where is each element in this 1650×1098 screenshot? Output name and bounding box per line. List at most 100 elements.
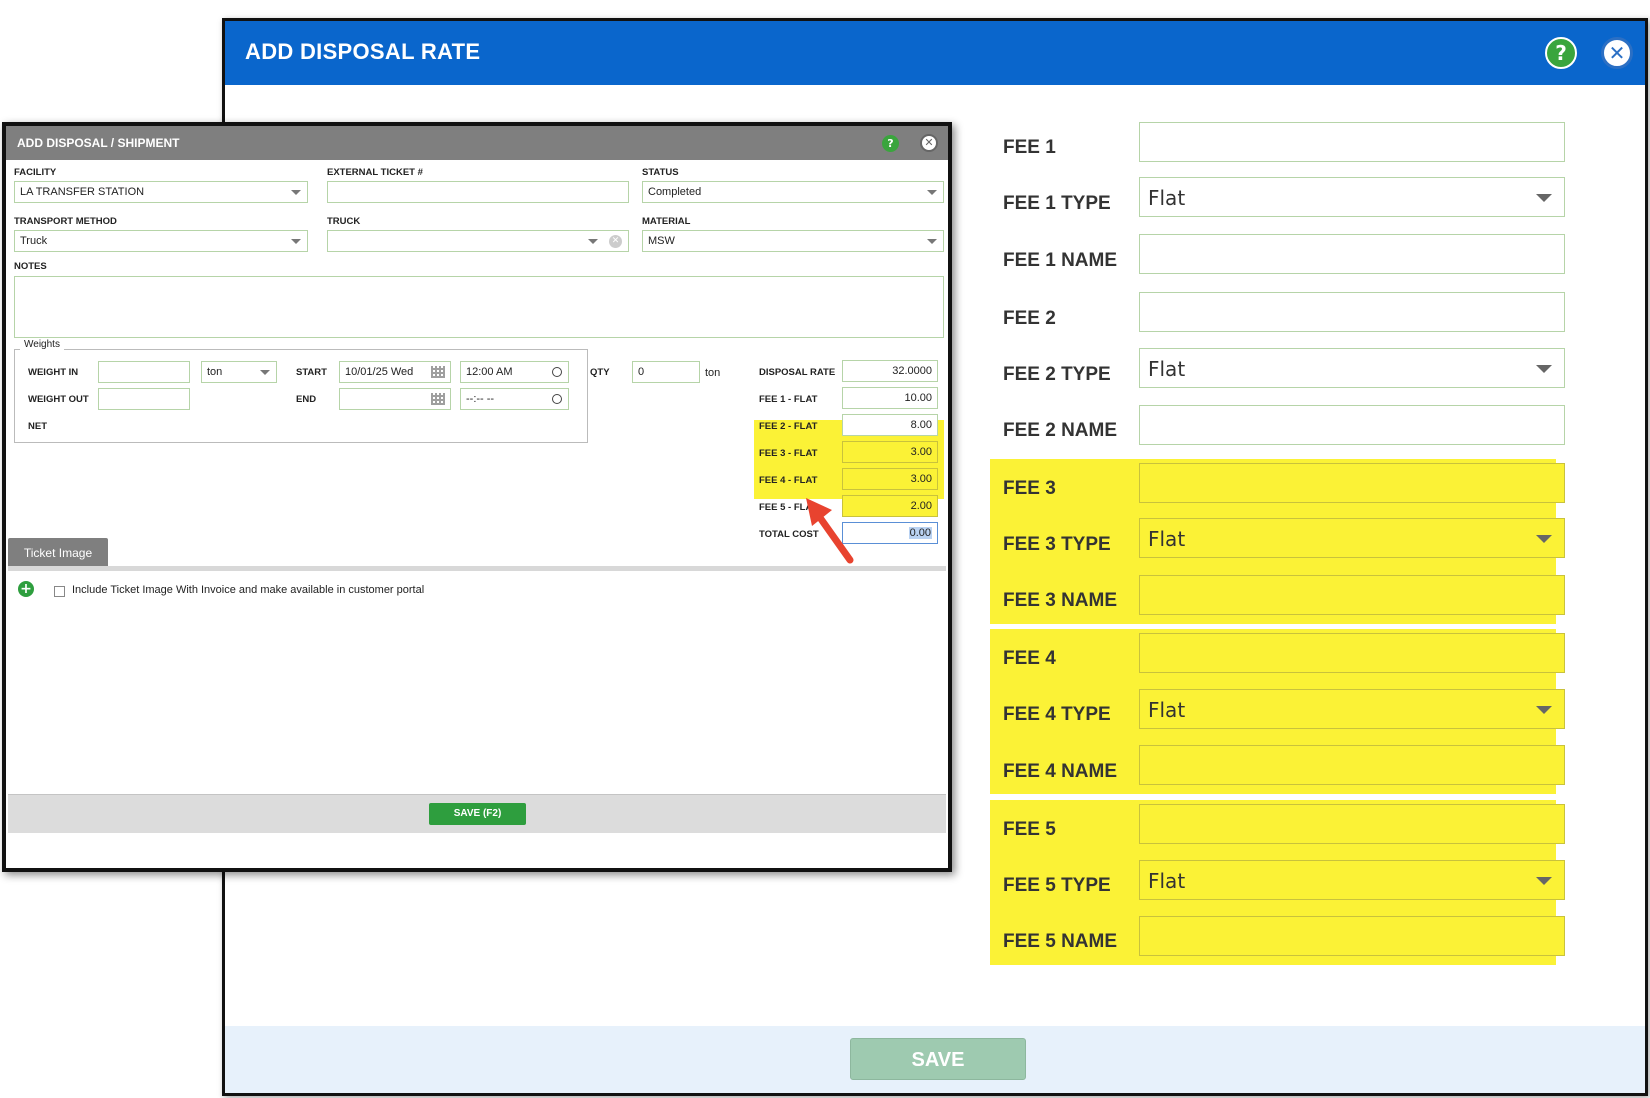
- facility-select[interactable]: LA TRANSFER STATION: [14, 181, 308, 203]
- fee-5-input[interactable]: [1139, 804, 1565, 844]
- external-ticket-input[interactable]: [327, 181, 629, 203]
- close-icon[interactable]: ✕: [920, 134, 938, 152]
- fee-1-type-select[interactable]: Flat: [1139, 177, 1565, 217]
- dialog-footer: SAVE: [225, 1026, 1645, 1093]
- weights-legend: Weights: [20, 339, 64, 350]
- notes-textarea[interactable]: [14, 276, 944, 338]
- weight-in-input[interactable]: [98, 361, 190, 383]
- truck-select[interactable]: ✕: [327, 230, 629, 252]
- start-label: START: [296, 367, 327, 378]
- fee-1-type-label: FEE 1 TYPE: [1003, 193, 1111, 214]
- transport-method-select[interactable]: Truck: [14, 230, 308, 252]
- end-time-input[interactable]: --:-- --: [460, 388, 569, 410]
- chevron-down-icon: [291, 190, 301, 195]
- fee-1-name-label: FEE 1 NAME: [1003, 250, 1118, 271]
- add-disposal-shipment-dialog: ADD DISPOSAL / SHIPMENT ? ✕ FACILITY LA …: [2, 122, 952, 872]
- fee-1-flat-input[interactable]: 10.00: [842, 387, 938, 409]
- fee-3-type-select[interactable]: Flat: [1139, 518, 1565, 558]
- qty-label: QTY: [590, 367, 610, 378]
- help-icon[interactable]: ?: [1545, 37, 1577, 69]
- external-ticket-label: EXTERNAL TICKET #: [327, 167, 423, 178]
- fee-4-type-label: FEE 4 TYPE: [1003, 704, 1111, 725]
- chevron-down-icon: [927, 239, 937, 244]
- qty-input[interactable]: 0: [632, 361, 700, 383]
- weight-out-input[interactable]: [98, 388, 190, 410]
- include-ticket-label: Include Ticket Image With Invoice and ma…: [72, 584, 425, 596]
- fee-2-input[interactable]: [1139, 292, 1565, 332]
- fee-2-type-select[interactable]: Flat: [1139, 348, 1565, 388]
- fee-4-type-select[interactable]: Flat: [1139, 689, 1565, 729]
- fee-1-label: FEE 1: [1003, 137, 1056, 158]
- end-time-value: --:-- --: [466, 393, 495, 405]
- fee-3-flat-label: FEE 3 - FLAT: [759, 448, 818, 459]
- facility-value: LA TRANSFER STATION: [20, 186, 145, 198]
- help-icon[interactable]: ?: [882, 135, 899, 152]
- fee-1-name-input[interactable]: [1139, 234, 1565, 274]
- fee-5-name-input[interactable]: [1139, 916, 1565, 956]
- dialog-footer: SAVE (F2): [8, 794, 946, 833]
- close-icon[interactable]: ✕: [1601, 37, 1633, 69]
- include-ticket-checkbox[interactable]: [54, 586, 65, 597]
- start-date-value: 10/01/25 Wed: [345, 366, 414, 378]
- fee-1-type-value: Flat: [1148, 186, 1186, 210]
- fee-3-flat-input[interactable]: 3.00: [842, 441, 938, 463]
- fee-5-type-label: FEE 5 TYPE: [1003, 875, 1111, 896]
- save-button[interactable]: SAVE: [850, 1038, 1026, 1080]
- material-select[interactable]: MSW: [642, 230, 944, 252]
- fee-4-input[interactable]: [1139, 633, 1565, 673]
- fee-1-flat-label: FEE 1 - FLAT: [759, 394, 818, 405]
- dialog-header: ADD DISPOSAL RATE ? ✕: [225, 21, 1645, 85]
- start-time-input[interactable]: 12:00 AM: [460, 361, 569, 383]
- status-value: Completed: [648, 186, 702, 198]
- disposal-rate-label: DISPOSAL RATE: [759, 367, 836, 378]
- fee-2-flat-input[interactable]: 8.00: [842, 414, 938, 436]
- transport-method-label: TRANSPORT METHOD: [14, 216, 117, 227]
- fee-3-input[interactable]: [1139, 463, 1565, 503]
- chevron-down-icon: [1536, 535, 1552, 543]
- clock-icon[interactable]: [552, 394, 562, 404]
- tab-divider: [8, 566, 946, 571]
- end-label: END: [296, 394, 317, 405]
- fee-2-name-input[interactable]: [1139, 405, 1565, 445]
- disposal-rate-input[interactable]: 32.0000: [842, 360, 938, 382]
- fee-4-name-label: FEE 4 NAME: [1003, 761, 1118, 782]
- clear-icon[interactable]: ✕: [609, 235, 622, 248]
- fee-4-flat-input[interactable]: 3.00: [842, 468, 938, 490]
- weight-in-label: WEIGHT IN: [28, 367, 79, 378]
- chevron-down-icon: [1536, 877, 1552, 885]
- fee-4-type-value: Flat: [1148, 698, 1186, 722]
- fee-2-flat-label: FEE 2 - FLAT: [759, 421, 818, 432]
- fee-2-type-value: Flat: [1148, 357, 1186, 381]
- material-value: MSW: [648, 235, 675, 247]
- fee-5-name-label: FEE 5 NAME: [1003, 931, 1118, 952]
- add-icon[interactable]: +: [18, 581, 34, 597]
- end-date-input[interactable]: [339, 388, 451, 410]
- fee-5-type-value: Flat: [1148, 869, 1186, 893]
- fee-3-name-label: FEE 3 NAME: [1003, 590, 1118, 611]
- net-label: NET: [28, 421, 47, 432]
- fee-1-input[interactable]: [1139, 122, 1565, 162]
- fee-3-type-value: Flat: [1148, 527, 1186, 551]
- start-date-input[interactable]: 10/01/25 Wed: [339, 361, 451, 383]
- fee-3-name-input[interactable]: [1139, 575, 1565, 615]
- chevron-down-icon: [1536, 706, 1552, 714]
- fee-4-label: FEE 4: [1003, 648, 1056, 669]
- chevron-down-icon: [260, 370, 270, 375]
- calendar-icon[interactable]: [431, 366, 445, 378]
- facility-label: FACILITY: [14, 167, 57, 178]
- transport-method-value: Truck: [20, 235, 48, 247]
- tab-ticket-image[interactable]: Ticket Image: [8, 538, 108, 568]
- fee-2-type-label: FEE 2 TYPE: [1003, 364, 1111, 385]
- fee-4-flat-label: FEE 4 - FLAT: [759, 475, 818, 486]
- clock-icon[interactable]: [552, 367, 562, 377]
- fee-5-type-select[interactable]: Flat: [1139, 860, 1565, 900]
- save-button[interactable]: SAVE (F2): [429, 803, 526, 825]
- fee-4-name-input[interactable]: [1139, 745, 1565, 785]
- chevron-down-icon: [588, 239, 598, 244]
- calendar-icon[interactable]: [431, 393, 445, 405]
- material-label: MATERIAL: [642, 216, 691, 227]
- weight-unit-value: ton: [207, 366, 223, 378]
- status-select[interactable]: Completed: [642, 181, 944, 203]
- fee-2-name-label: FEE 2 NAME: [1003, 420, 1118, 441]
- weight-unit-select[interactable]: ton: [201, 361, 277, 383]
